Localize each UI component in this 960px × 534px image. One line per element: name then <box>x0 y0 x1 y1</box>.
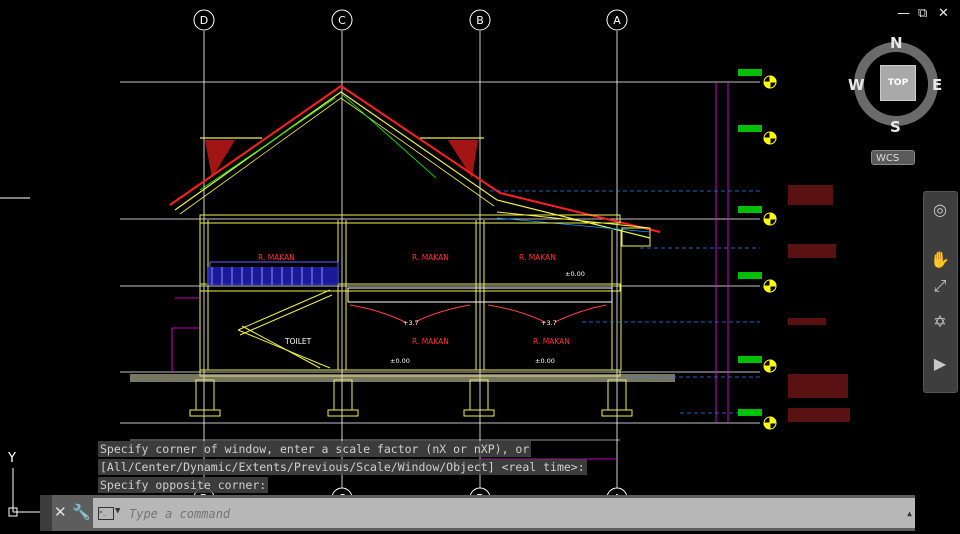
command-history-line: Specify opposite corner: <box>98 477 269 493</box>
room-label: R. MAKAN <box>519 253 556 262</box>
compass-south[interactable]: S <box>890 118 901 136</box>
showmotion-icon[interactable]: ▶ <box>928 352 952 376</box>
balustrade <box>207 267 338 285</box>
grid-label-top-2: C <box>338 14 346 27</box>
ucs-icon <box>0 197 52 517</box>
command-line-grip[interactable] <box>40 495 52 531</box>
grid-label-top-3: B <box>476 14 484 27</box>
command-input-box[interactable]: >_ ▼ ▲ <box>93 498 915 528</box>
grid-label-top-4: A <box>613 14 621 27</box>
close-command-line-icon[interactable]: ✕ <box>54 503 67 521</box>
compass-west[interactable]: W <box>848 76 865 94</box>
command-history-toggle-icon[interactable]: ▲ <box>907 509 912 518</box>
viewcube-top-face[interactable]: TOP <box>880 65 916 101</box>
command-input[interactable] <box>127 503 901 525</box>
restore-icon[interactable]: ⧉ <box>918 6 927 21</box>
command-history-line: Specify corner of window, enter a scale … <box>98 441 532 457</box>
command-line: ✕ 🔧 >_ ▼ ▲ <box>40 495 915 531</box>
level-mark: ±0.00 <box>535 357 555 365</box>
zoom-extents-icon[interactable]: ⤢ <box>928 274 952 298</box>
orbit-icon[interactable]: ✡ <box>928 310 952 334</box>
grid-label-top-1: D <box>200 14 208 27</box>
grid-bubbles-top: D C B A <box>193 9 628 31</box>
annotation-text <box>788 185 850 422</box>
navigation-bar: ◎ ✋ ⤢ ✡ ▶ <box>923 191 958 393</box>
room-labels: R. MAKAN R. MAKAN R. MAKAN TOILET R. MAK… <box>258 253 570 346</box>
minimize-icon[interactable]: — <box>897 6 910 21</box>
level-markers <box>738 69 777 430</box>
level-mark: ±0.00 <box>565 270 585 278</box>
close-icon[interactable]: ✕ <box>938 6 949 21</box>
recent-commands-dropdown-icon[interactable]: ▼ <box>115 506 120 516</box>
room-label: R. MAKAN <box>533 337 570 346</box>
compass-east[interactable]: E <box>932 76 942 94</box>
viewcube[interactable]: N S E W TOP WCS <box>838 32 958 172</box>
room-label: R. MAKAN <box>258 253 295 262</box>
command-history-line: [All/Center/Dynamic/Extents/Previous/Sca… <box>98 459 587 475</box>
room-label: TOILET <box>284 337 312 346</box>
wcs-menu-button[interactable]: WCS <box>871 150 915 165</box>
steering-wheel-icon[interactable]: ◎ <box>928 198 952 222</box>
room-label: R. MAKAN <box>412 253 449 262</box>
pan-hand-icon[interactable]: ✋ <box>928 248 952 272</box>
arches <box>349 304 607 323</box>
room-label: R. MAKAN <box>412 337 449 346</box>
structure <box>189 214 651 417</box>
ucs-y-label: Y <box>7 451 16 466</box>
customize-wrench-icon[interactable]: 🔧 <box>72 503 91 521</box>
level-mark: +3.7 <box>541 319 557 327</box>
compass-north[interactable]: N <box>890 34 903 52</box>
ground-slab <box>130 374 675 382</box>
level-mark: ±0.00 <box>390 357 410 365</box>
level-mark: +3.7 <box>403 319 419 327</box>
command-prompt-icon[interactable]: >_ <box>98 507 114 520</box>
